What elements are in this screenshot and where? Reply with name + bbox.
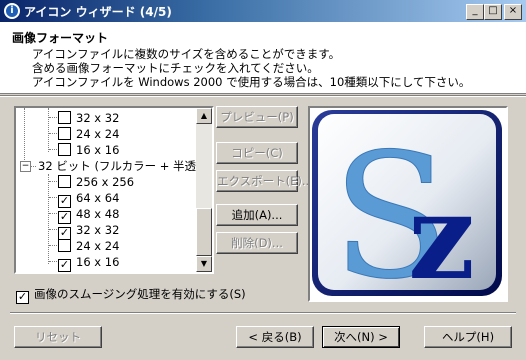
- tree-item[interactable]: 24 x 24: [58, 238, 119, 254]
- tree-scrollbar[interactable]: ▲ ▼: [196, 108, 212, 272]
- logo-letter-z: z: [408, 167, 475, 300]
- back-button[interactable]: < 戻る(B): [236, 326, 314, 348]
- export-button[interactable]: エクスポート(E)...: [216, 170, 313, 192]
- delete-button[interactable]: 削除(D)...: [216, 232, 298, 254]
- smoothing-checkbox[interactable]: ✓: [16, 291, 29, 304]
- tree-item[interactable]: 16 x 16: [58, 142, 119, 158]
- window-title: アイコン ウィザード (4/5): [24, 5, 172, 19]
- reset-button[interactable]: リセット: [14, 326, 102, 348]
- minimize-button[interactable]: _: [466, 4, 484, 20]
- close-button[interactable]: ×: [504, 4, 522, 20]
- checkbox[interactable]: [58, 143, 71, 156]
- scroll-thumb[interactable]: [196, 208, 212, 256]
- tree-item[interactable]: ✓ 32 x 32: [58, 222, 119, 240]
- tree-item[interactable]: 32 x 32: [58, 110, 119, 126]
- checkbox-checked[interactable]: ✓: [58, 259, 71, 272]
- checkbox[interactable]: [58, 175, 71, 188]
- checkbox[interactable]: [58, 239, 71, 252]
- preview-button[interactable]: プレビュー(P): [216, 106, 298, 128]
- add-button[interactable]: 追加(A)...: [216, 204, 298, 226]
- tree-item[interactable]: ✓ 64 x 64: [58, 190, 119, 208]
- scroll-down-icon[interactable]: ▼: [196, 256, 212, 272]
- maximize-button[interactable]: □: [484, 4, 502, 20]
- next-button[interactable]: 次へ(N) >: [322, 326, 400, 348]
- format-tree-list: 32 x 32 24 x 24 16 x 16 − 32 ビット (フルカラー …: [16, 108, 212, 272]
- footer-separator: [10, 312, 516, 314]
- checkbox[interactable]: [58, 111, 71, 124]
- icon-preview: S z: [308, 106, 508, 302]
- smoothing-option[interactable]: ✓ 画像のスムージング処理を有効にする(S): [16, 286, 246, 304]
- title-bar: i アイコン ウィザード (4/5) _ □ ×: [0, 0, 526, 22]
- tree-item[interactable]: 24 x 24: [58, 126, 119, 142]
- checkbox[interactable]: [58, 127, 71, 140]
- header-separator: [0, 95, 526, 97]
- format-tree[interactable]: 32 x 32 24 x 24 16 x 16 − 32 ビット (フルカラー …: [14, 106, 214, 274]
- smoothing-label: 画像のスムージング処理を有効にする(S): [34, 287, 246, 301]
- sz-logo-icon: S z: [312, 110, 502, 300]
- help-button[interactable]: ヘルプ(H): [424, 326, 512, 348]
- header-title: 画像フォーマット: [12, 31, 109, 45]
- header-description-line: アイコンファイルを Windows 2000 で使用する場合は、10種類以下にし…: [32, 75, 471, 89]
- tree-group-label[interactable]: 32 ビット (フルカラー + 半透明): [38, 158, 212, 174]
- copy-button[interactable]: コピー(C): [216, 142, 298, 164]
- tree-item[interactable]: ✓ 48 x 48: [58, 206, 119, 224]
- wizard-header: 画像フォーマット アイコンファイルに複数のサイズを含めることができます。 含める…: [0, 22, 526, 94]
- app-icon: i: [4, 3, 20, 19]
- scroll-up-icon[interactable]: ▲: [196, 108, 212, 124]
- tree-item[interactable]: ✓ 16 x 16: [58, 254, 119, 272]
- tree-item[interactable]: 256 x 256: [58, 174, 134, 190]
